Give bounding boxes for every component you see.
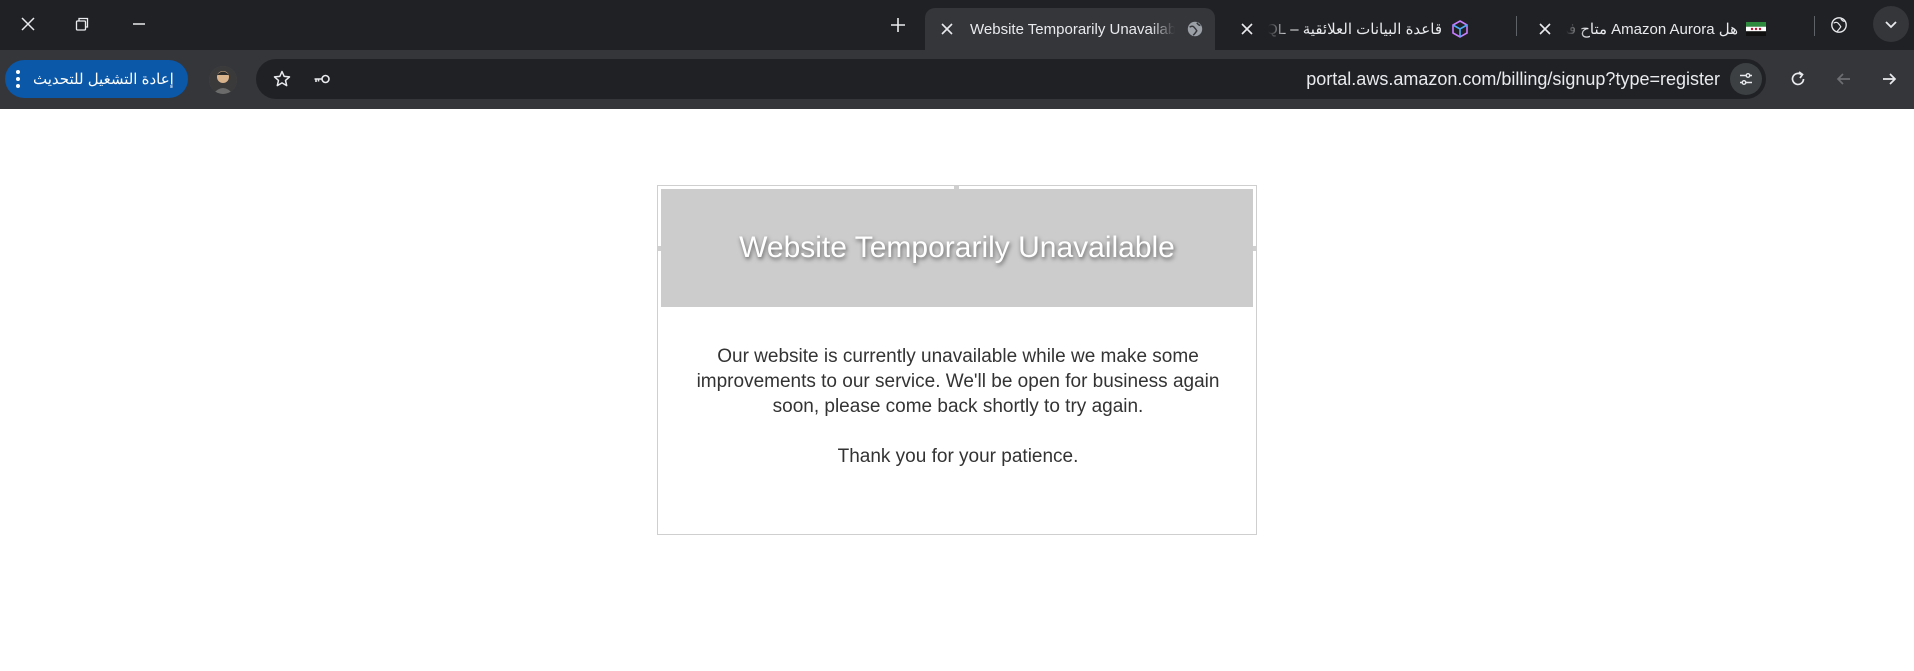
close-icon: [1241, 23, 1253, 35]
tab-close-button[interactable]: [1532, 16, 1558, 42]
tab-title: قاعدة البيانات العلائقية – PostgreSQL: [1268, 21, 1442, 38]
tab-title: هل Amazon Aurora متاح في سوريا: [1566, 21, 1738, 38]
toolbar: إعادة التشغيل للتحديث portal.aws.amazon.…: [0, 50, 1914, 109]
arrow-left-icon: [1836, 73, 1850, 85]
tab-aurora-syria[interactable]: هل Amazon Aurora متاح في سوريا: [1524, 8, 1770, 50]
reload-icon: [1791, 71, 1805, 86]
relaunch-to-update-label: إعادة التشغيل للتحديث: [33, 71, 174, 88]
maintenance-message: Our website is currently unavailable whi…: [696, 346, 1220, 417]
close-icon: [21, 17, 35, 31]
tab-search-button[interactable]: [1873, 6, 1909, 42]
tune-icon: [1740, 73, 1752, 85]
tab-close-button[interactable]: [1234, 16, 1260, 42]
tab-close-button[interactable]: [934, 16, 960, 42]
globe-icon: [1185, 19, 1205, 39]
restore-window-button[interactable]: [54, 0, 110, 48]
tab-strip: Website Temporarily Unavailable قاعدة ال…: [0, 0, 1914, 50]
card-header: Website Temporarily Unavailable: [661, 189, 1253, 307]
maintenance-card: Website Temporarily Unavailable Our webs…: [657, 185, 1257, 535]
card-body: Our website is currently unavailable whi…: [688, 344, 1228, 469]
back-button[interactable]: [1872, 62, 1906, 96]
restore-icon: [75, 17, 89, 31]
star-icon: [273, 70, 291, 87]
tab-website-unavailable[interactable]: Website Temporarily Unavailable: [925, 8, 1215, 50]
thanks-message: Thank you for your patience.: [837, 446, 1079, 467]
url-text[interactable]: portal.aws.amazon.com/billing/signup?typ…: [1306, 69, 1720, 90]
relaunch-to-update-button[interactable]: إعادة التشغيل للتحديث: [5, 60, 188, 98]
avatar[interactable]: [209, 66, 237, 94]
tab-separator: [1516, 16, 1517, 36]
minimize-icon: [133, 23, 145, 25]
more-vert-icon: [15, 70, 21, 88]
chevron-down-icon: [1885, 21, 1897, 29]
reload-button[interactable]: [1781, 62, 1815, 96]
close-icon: [1539, 23, 1551, 35]
bookmark-star-button[interactable]: [262, 59, 302, 99]
site-info-button[interactable]: [1730, 63, 1762, 95]
key-icon: [314, 74, 330, 84]
minimize-window-button[interactable]: [111, 0, 167, 48]
password-key-button[interactable]: [302, 59, 342, 99]
new-tab-button[interactable]: [880, 8, 916, 42]
plus-icon: [891, 18, 905, 32]
arrow-right-icon: [1883, 73, 1897, 85]
close-icon: [941, 23, 953, 35]
aws-cube-icon: [1450, 19, 1470, 39]
tab-title: Website Temporarily Unavailable: [970, 20, 1175, 38]
address-bar[interactable]: portal.aws.amazon.com/billing/signup?typ…: [256, 59, 1766, 99]
tab-separator: [1814, 16, 1815, 36]
close-window-button[interactable]: [0, 0, 56, 48]
page-title: Website Temporarily Unavailable: [739, 231, 1175, 264]
forward-button[interactable]: [1827, 62, 1861, 96]
tab-postgresql[interactable]: قاعدة البيانات العلائقية – PostgreSQL: [1226, 8, 1474, 50]
syria-flag-icon: [1746, 19, 1766, 39]
globe-icon: [1826, 12, 1852, 38]
